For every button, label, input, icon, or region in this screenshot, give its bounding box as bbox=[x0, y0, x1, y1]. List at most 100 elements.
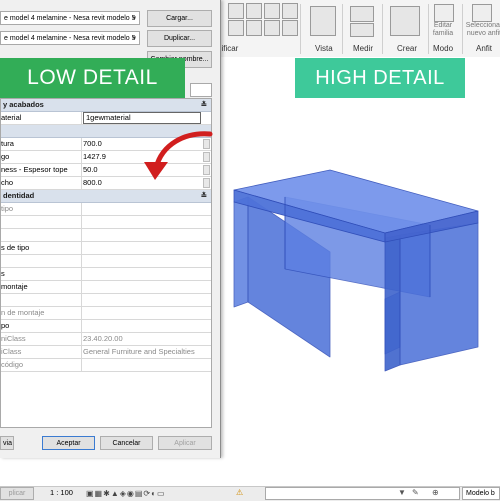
ribbon-label-mode: Modo bbox=[433, 44, 454, 53]
move-tool-icon[interactable] bbox=[228, 20, 244, 36]
load-button[interactable]: Cargar... bbox=[147, 10, 212, 27]
create-icon[interactable] bbox=[390, 6, 420, 36]
table-row[interactable]: s bbox=[1, 268, 211, 281]
cancel-button[interactable]: Cancelar bbox=[100, 436, 153, 450]
parameter-name bbox=[1, 216, 82, 228]
collapse-icon[interactable]: ≛ bbox=[201, 190, 207, 202]
ribbon-separator bbox=[382, 4, 383, 54]
measure-icon[interactable] bbox=[350, 6, 374, 22]
parameter-name: iClass bbox=[1, 346, 82, 358]
chevron-down-icon: ▾ bbox=[132, 35, 136, 42]
parameter-value[interactable] bbox=[83, 242, 201, 254]
dimension-icon[interactable] bbox=[350, 23, 374, 37]
family-combo[interactable]: e model 4 melamine - Nesa revit modelo 5… bbox=[0, 11, 140, 25]
view-control-icons[interactable]: ▣▦✱▲◈◉▤⟳◐▭ bbox=[86, 489, 166, 498]
low-detail-banner: LOW DETAIL bbox=[0, 58, 185, 98]
parameter-name: go bbox=[1, 151, 82, 163]
parameter-name: niClass bbox=[1, 333, 82, 345]
parameter-name: s de tipo bbox=[1, 242, 82, 254]
parameter-value[interactable] bbox=[83, 320, 201, 332]
mirror-tool-icon[interactable] bbox=[264, 3, 280, 19]
table-row[interactable]: iClass General Furniture and Specialties bbox=[1, 346, 211, 359]
ribbon-label-measure: Medir bbox=[353, 44, 374, 53]
select-host-icon[interactable] bbox=[472, 4, 492, 22]
filter-icon[interactable]: ▼ bbox=[398, 488, 406, 497]
select-new-host-label: Seleccionar nuevo anfit bbox=[465, 22, 500, 37]
table-row[interactable]: n de montaje bbox=[1, 307, 211, 320]
parameter-name: ness - Espesor tope bbox=[1, 164, 82, 176]
trim-tool-icon[interactable] bbox=[282, 3, 298, 19]
parameter-value[interactable]: General Furniture and Specialties bbox=[83, 346, 201, 358]
copy-tool-icon[interactable] bbox=[246, 20, 262, 36]
parameter-value[interactable] bbox=[83, 281, 201, 293]
parameter-name bbox=[1, 229, 82, 241]
offset-tool-icon[interactable] bbox=[246, 3, 262, 19]
parameter-name: s bbox=[1, 268, 82, 280]
group-header-materials-label: y acabados bbox=[3, 100, 44, 109]
group-header-identity-label: dentidad bbox=[3, 191, 35, 200]
parameter-name: montaje bbox=[1, 281, 82, 293]
ok-button[interactable]: Aceptar bbox=[42, 436, 95, 450]
parameter-value[interactable] bbox=[83, 268, 201, 280]
table-row[interactable] bbox=[1, 216, 211, 229]
parameter-name: po bbox=[1, 320, 82, 332]
table-row[interactable] bbox=[1, 229, 211, 242]
table-row[interactable]: montaje bbox=[1, 281, 211, 294]
ribbon-separator bbox=[300, 4, 301, 54]
ribbon-separator bbox=[462, 4, 463, 54]
collapse-icon[interactable]: ≛ bbox=[201, 99, 207, 111]
table-row[interactable]: niClass 23.40.20.00 bbox=[1, 333, 211, 346]
edit-family-label: Editar familia bbox=[432, 22, 454, 37]
scale-indicator[interactable]: 1 : 100 bbox=[50, 488, 73, 497]
family-combo-value: e model 4 melamine - Nesa revit modelo 5 bbox=[4, 15, 136, 22]
status-bar: plicar 1 : 100 ▣▦✱▲◈◉▤⟳◐▭ ⚠ ▼ ✎ ⊕ Modelo… bbox=[0, 486, 500, 501]
parameter-value[interactable] bbox=[83, 307, 201, 319]
preview-button[interactable]: via bbox=[0, 436, 14, 450]
group-header-identity[interactable]: dentidad ≛ bbox=[1, 190, 211, 203]
type-combo[interactable]: e model 4 melamine - Nesa revit modelo 5… bbox=[0, 31, 140, 45]
workset-combo[interactable] bbox=[265, 487, 460, 500]
ribbon-label-create: Crear bbox=[397, 44, 418, 53]
edit-family-icon[interactable] bbox=[434, 4, 454, 22]
parameter-name: aterial bbox=[1, 112, 82, 124]
parameter-value[interactable] bbox=[83, 359, 201, 371]
ribbon-label-view: Vista bbox=[315, 44, 333, 53]
table-row[interactable] bbox=[1, 294, 211, 307]
parameter-name: tipo bbox=[1, 203, 82, 215]
parameter-value[interactable]: 1gewmaterial bbox=[83, 112, 201, 124]
parameter-name: n de montaje bbox=[1, 307, 82, 319]
table-row[interactable]: s de tipo bbox=[1, 242, 211, 255]
edit-requests-icon[interactable]: ✎ bbox=[412, 488, 419, 497]
align-tool-icon[interactable] bbox=[228, 3, 244, 19]
apply-left-button[interactable]: plicar bbox=[0, 487, 34, 500]
parameter-value[interactable]: 23.40.20.00 bbox=[83, 333, 201, 345]
group-header-materials[interactable]: y acabados ≛ bbox=[1, 99, 211, 112]
parameter-value[interactable] bbox=[83, 294, 201, 306]
table-row[interactable]: aterial 1gewmaterial bbox=[1, 112, 211, 125]
model-combo[interactable]: Modelo b bbox=[462, 487, 500, 500]
view-icon[interactable] bbox=[310, 6, 336, 36]
ribbon: dificar Vista Medir Crear Editar familia… bbox=[217, 0, 500, 58]
rotate-tool-icon[interactable] bbox=[264, 20, 280, 36]
parameter-value[interactable] bbox=[83, 229, 201, 241]
warning-icon[interactable]: ⚠ bbox=[236, 488, 243, 497]
parameter-name: tura bbox=[1, 138, 82, 150]
type-combo-value: e model 4 melamine - Nesa revit modelo 5 bbox=[4, 35, 136, 42]
filter-field[interactable] bbox=[190, 83, 212, 97]
table-row[interactable]: código bbox=[1, 359, 211, 372]
apply-button[interactable]: Aplicar bbox=[158, 436, 212, 450]
parameter-name bbox=[1, 255, 82, 267]
snap-icon[interactable]: ⊕ bbox=[432, 488, 439, 497]
chevron-down-icon: ▾ bbox=[132, 15, 136, 22]
table-row[interactable]: po bbox=[1, 320, 211, 333]
parameter-value[interactable] bbox=[83, 203, 201, 215]
model-combo-value: Modelo b bbox=[466, 490, 495, 497]
parameter-value[interactable] bbox=[83, 216, 201, 228]
split-tool-icon[interactable] bbox=[282, 20, 298, 36]
parameter-value[interactable] bbox=[83, 255, 201, 267]
table-row[interactable]: tipo bbox=[1, 203, 211, 216]
3d-view-canvas[interactable] bbox=[220, 57, 500, 485]
high-detail-banner: HIGH DETAIL bbox=[295, 58, 465, 98]
duplicate-button[interactable]: Duplicar... bbox=[147, 30, 212, 47]
table-row[interactable] bbox=[1, 255, 211, 268]
